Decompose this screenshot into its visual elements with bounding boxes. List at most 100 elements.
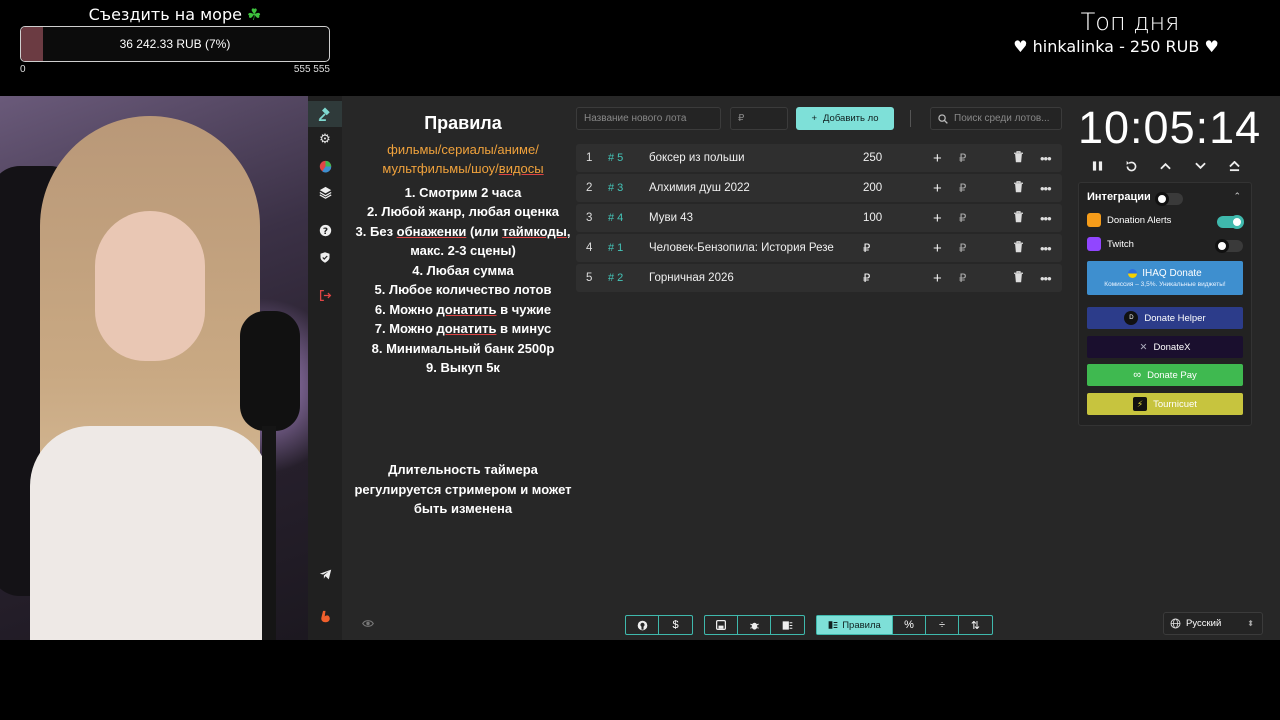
book-icon	[828, 621, 838, 629]
boosty-icon[interactable]	[308, 603, 342, 629]
lot-row[interactable]: 5 # 2 Горничная 2026 ₽ + ₽ •••	[576, 264, 1062, 292]
search-input[interactable]: Поиск среди лотов...	[930, 107, 1062, 130]
lot-name-input[interactable]: Название нового лота	[576, 107, 721, 130]
lot-add-amount[interactable]: ₽	[959, 271, 966, 285]
top-day-donor: hinkalinka - 250 RUB	[1032, 37, 1200, 56]
donation-alerts-label: Donation Alerts	[1107, 214, 1172, 226]
more-icon[interactable]: •••	[1040, 211, 1052, 226]
lot-name[interactable]: Алхимия душ 2022	[649, 182, 839, 194]
plus-icon[interactable]: +	[933, 150, 942, 167]
plus-icon[interactable]: +	[933, 240, 942, 257]
lot-row[interactable]: 4 # 1 Человек-Бензопила: История Резе ₽ + ₽ ••…	[576, 234, 1062, 262]
auction-app: ⚙ ? Правила фильмы/сериалы/аниме/ мультф…	[308, 96, 1280, 640]
select-chevron-icon: ⬍	[1247, 619, 1254, 628]
tourniquet-button[interactable]: ⚡ Tournicuet	[1087, 393, 1243, 415]
gear-icon[interactable]: ⚙	[308, 126, 342, 152]
trash-icon[interactable]	[1013, 240, 1024, 256]
save-icon[interactable]	[705, 616, 738, 634]
integrations-toggle[interactable]	[1155, 192, 1183, 206]
lot-add-amount[interactable]: ₽	[959, 211, 966, 225]
percent-icon[interactable]: %	[893, 616, 926, 634]
add-lot-label: Добавить ло	[823, 113, 879, 124]
logout-icon[interactable]	[308, 282, 342, 308]
twitch-label: Twitch	[1107, 238, 1134, 250]
github-icon[interactable]	[626, 616, 659, 634]
shield-icon[interactable]	[308, 244, 342, 270]
twitch-icon	[1087, 237, 1101, 251]
chevron-up-icon[interactable]: ⌃	[1233, 191, 1241, 202]
trash-icon[interactable]	[1013, 270, 1024, 286]
ihaq-donate-note: Комиссия – 3,5%. Уникальные виджеты!	[1104, 281, 1226, 288]
tourniquet-label: Tournicuet	[1153, 398, 1197, 410]
integrations-panel: Интеграции ⌃ Donation Alerts Twitch IHAQ…	[1078, 182, 1252, 426]
help-icon[interactable]: ?	[308, 217, 342, 243]
lot-row[interactable]: 3 # 4 Муви 43 100 + ₽ •••	[576, 204, 1062, 232]
dollar-icon[interactable]: $	[659, 616, 692, 634]
lot-amount[interactable]: ₽	[863, 241, 870, 255]
rule-item: 3. Без обнаженки (или таймкоды, макс. 2-…	[355, 223, 571, 259]
add-lot-button[interactable]: + Добавить ло	[796, 107, 894, 130]
lot-amount[interactable]: 200	[863, 182, 882, 194]
rule-item: 1. Смотрим 2 часа	[404, 184, 522, 200]
lot-amount[interactable]: 100	[863, 212, 882, 224]
lot-row[interactable]: 2 # 3 Алхимия душ 2022 200 + ₽ •••	[576, 174, 1062, 202]
bottom-actions-group	[704, 615, 805, 635]
more-icon[interactable]: •••	[1040, 181, 1052, 196]
donate-helper-button[interactable]: D Donate Helper	[1087, 307, 1243, 329]
lot-amount-input[interactable]: ₽	[730, 107, 788, 130]
lot-name[interactable]: Горничная 2026	[649, 272, 839, 284]
heart-icon: ♥	[1204, 37, 1219, 56]
bug-icon[interactable]	[738, 616, 771, 634]
pie-chart-icon[interactable]	[308, 153, 342, 179]
archive-icon[interactable]	[771, 616, 804, 634]
pause-icon[interactable]	[1087, 156, 1107, 176]
donatex-button[interactable]: ✕ DonateX	[1087, 336, 1243, 358]
goal-progress-bar: 36 242.33 RUB (7%)	[20, 26, 330, 62]
eye-icon[interactable]	[362, 619, 374, 631]
ihaq-donate-button[interactable]: IHAQ Donate Комиссия – 3,5%. Уникальные …	[1087, 261, 1243, 295]
lot-add-amount[interactable]: ₽	[959, 241, 966, 255]
trash-icon[interactable]	[1013, 150, 1024, 166]
lot-name[interactable]: Человек-Бензопила: История Резе	[649, 242, 839, 254]
twitch-toggle[interactable]	[1215, 239, 1243, 253]
lot-name[interactable]: боксер из польши	[649, 152, 839, 164]
language-select[interactable]: Русский ⬍	[1163, 612, 1263, 635]
rule-item: 2. Любой жанр, любая оценка	[366, 204, 560, 219]
rules-panel: Правила фильмы/сериалы/аниме/ мультфильм…	[348, 113, 578, 378]
lot-number: 4	[586, 242, 593, 254]
telegram-icon[interactable]	[308, 561, 342, 587]
lot-number: 5	[586, 272, 593, 284]
integrations-title: Интеграции	[1087, 191, 1151, 203]
lot-row[interactable]: 1 # 5 боксер из польши 250 + ₽ •••	[576, 144, 1062, 172]
plus-icon[interactable]: +	[933, 270, 942, 287]
double-chevron-up-icon[interactable]	[1224, 156, 1244, 176]
donate-pay-button[interactable]: ∞ Donate Pay	[1087, 364, 1243, 386]
search-icon	[938, 113, 948, 124]
more-icon[interactable]: •••	[1040, 271, 1052, 286]
more-icon[interactable]: •••	[1040, 151, 1052, 166]
lot-amount[interactable]: ₽	[863, 271, 870, 285]
plus-icon[interactable]: +	[933, 180, 942, 197]
chevron-down-icon[interactable]	[1190, 156, 1210, 176]
donation-alerts-toggle[interactable]	[1217, 215, 1244, 229]
rule-item: 6. Можно донатить в чужие	[374, 301, 552, 317]
lot-rank: # 5	[608, 152, 624, 164]
plus-icon[interactable]: +	[933, 210, 942, 227]
more-icon[interactable]: •••	[1040, 241, 1052, 256]
lot-amount[interactable]: 250	[863, 152, 882, 164]
lot-rank: # 1	[608, 242, 624, 254]
sort-icon[interactable]: ⇅	[959, 616, 992, 634]
rules-subtitle-part: видосы	[498, 161, 544, 176]
lot-name[interactable]: Муви 43	[649, 212, 839, 224]
lot-add-amount[interactable]: ₽	[959, 181, 966, 195]
divide-icon[interactable]: ÷	[926, 616, 959, 634]
lot-add-amount[interactable]: ₽	[959, 151, 966, 165]
rules-subtitle-line: фильмы/сериалы/аниме/	[387, 141, 539, 157]
layers-icon[interactable]	[308, 179, 342, 205]
rules-mode-button[interactable]: Правила	[817, 616, 893, 634]
chevron-up-icon[interactable]	[1155, 156, 1175, 176]
trash-icon[interactable]	[1013, 180, 1024, 196]
restart-icon[interactable]	[1121, 156, 1141, 176]
gavel-icon[interactable]	[308, 101, 342, 127]
trash-icon[interactable]	[1013, 210, 1024, 226]
